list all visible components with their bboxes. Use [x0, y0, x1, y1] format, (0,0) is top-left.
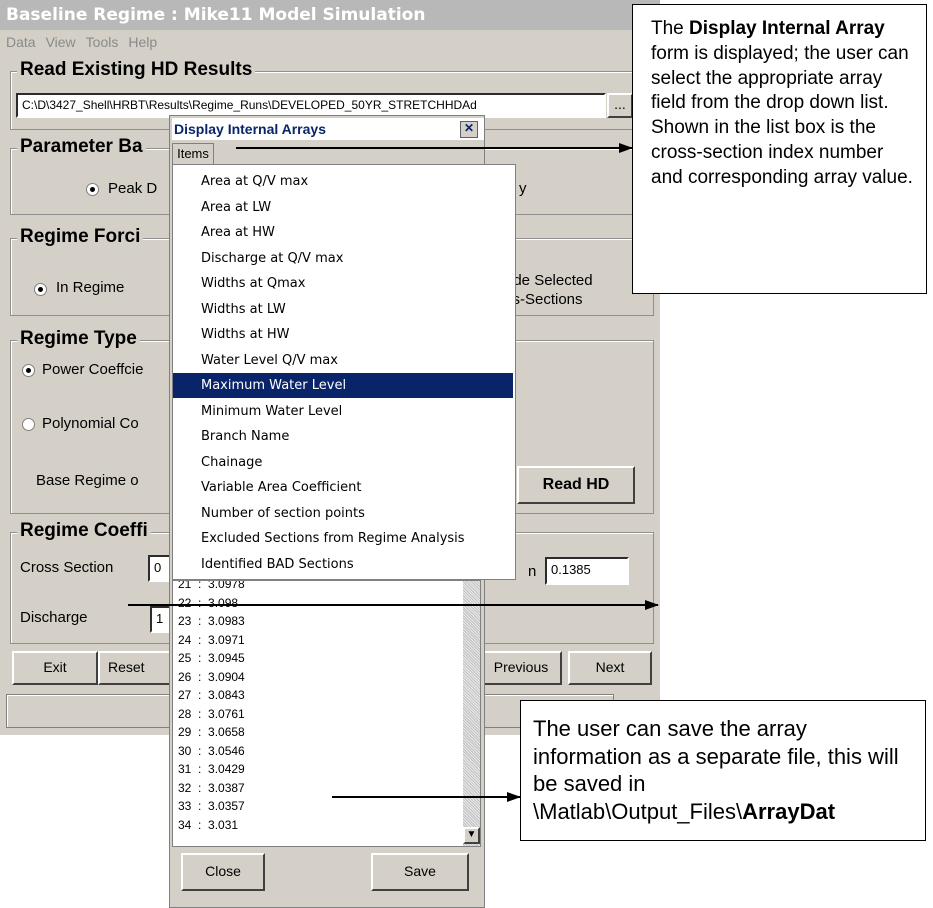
annotation-arrows [128, 143, 659, 802]
